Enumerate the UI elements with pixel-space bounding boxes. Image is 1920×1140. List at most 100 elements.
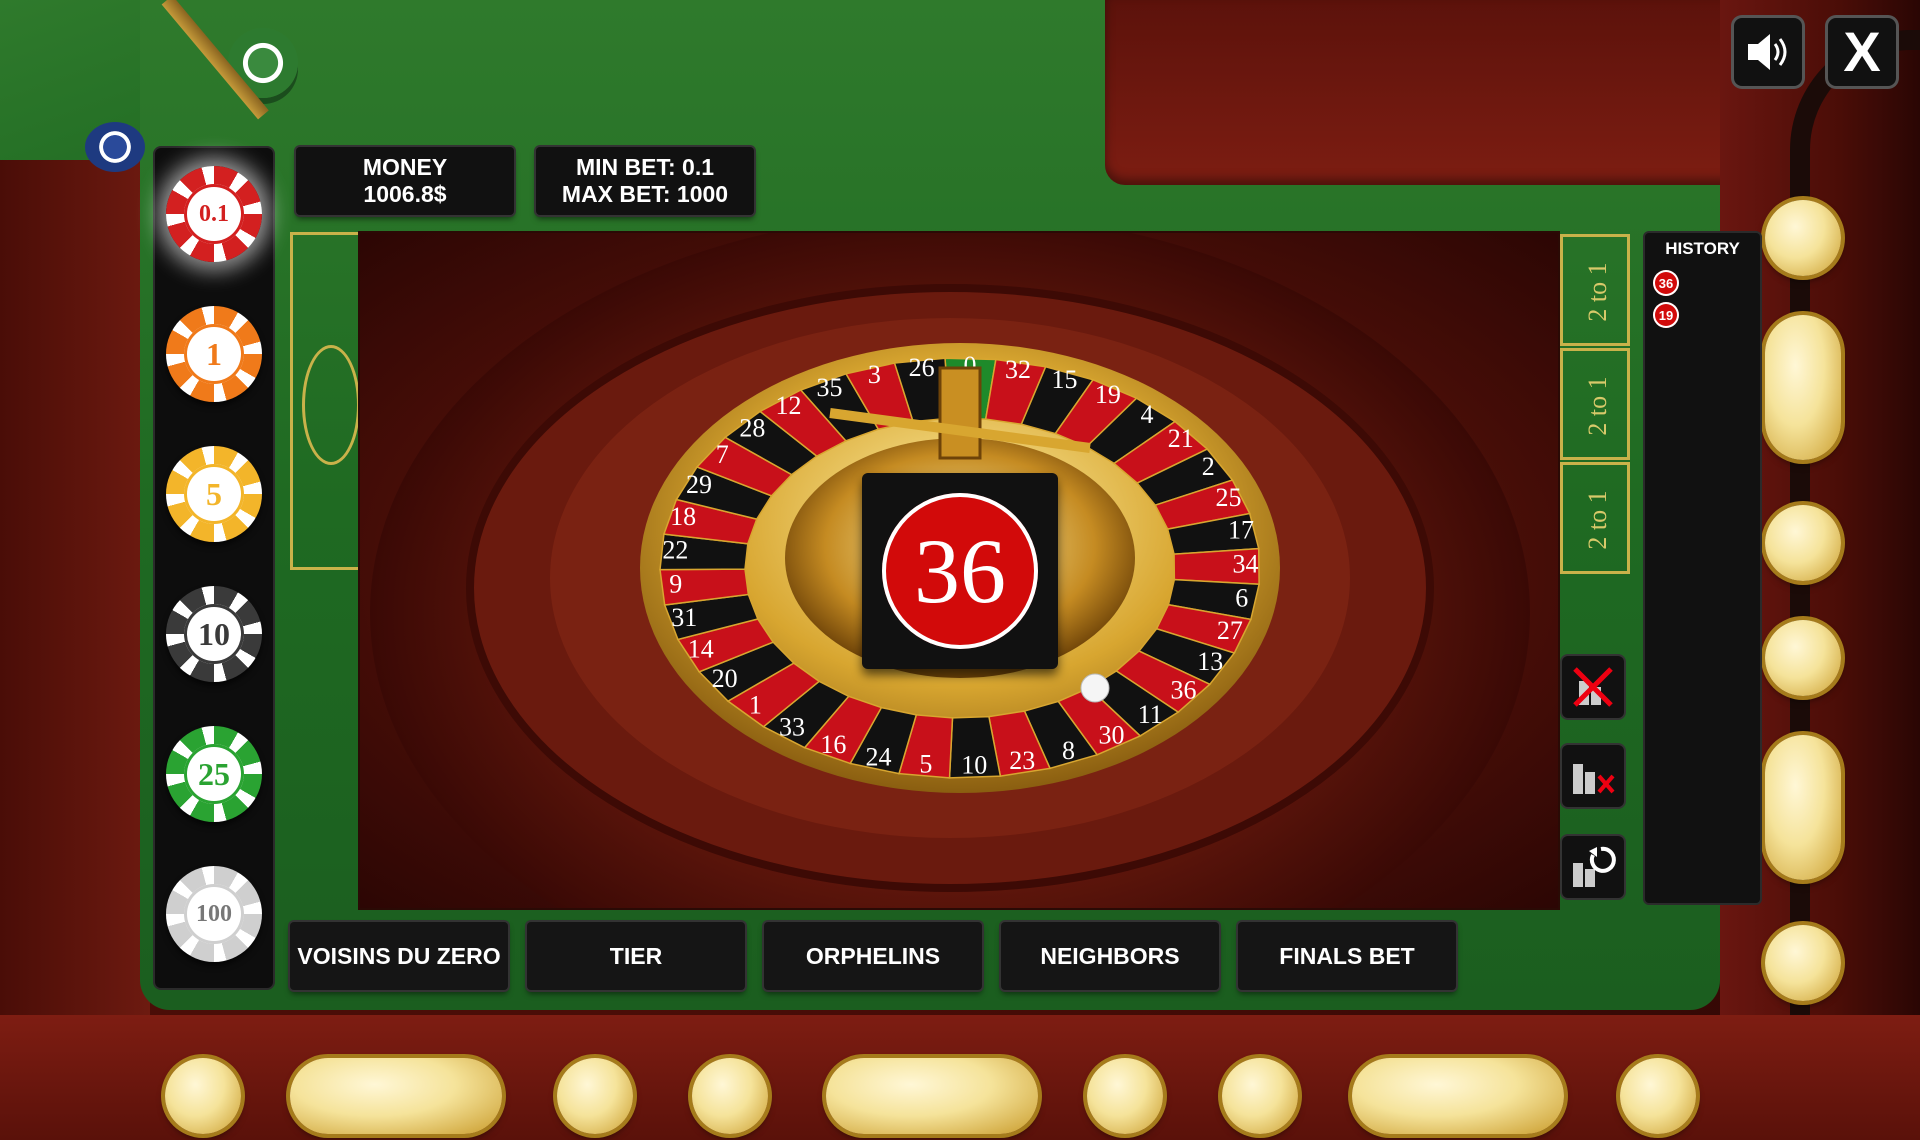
column-bet-label: 2 to 1	[1583, 262, 1612, 322]
column-bet-label: 2 to 1	[1583, 490, 1612, 550]
money-label: MONEY	[362, 154, 448, 180]
bet-spot[interactable]	[1765, 505, 1841, 581]
min-bet: MIN BET: 0.1	[575, 154, 715, 180]
column-bet-1[interactable]: 2 to 1	[1560, 234, 1630, 346]
wheel-pocket-number: 34	[1232, 549, 1258, 578]
wheel-pocket-number: 21	[1168, 424, 1194, 453]
chip-10[interactable]: 10	[166, 586, 262, 682]
result-display: 36	[862, 473, 1058, 669]
wheel-pocket-number: 32	[1005, 355, 1031, 384]
rebet-button[interactable]	[1562, 836, 1624, 898]
wheel-pocket-number: 24	[865, 743, 891, 772]
wheel-pocket-number: 27	[1217, 616, 1243, 645]
wheel-turret	[938, 366, 982, 460]
orphelins-button[interactable]: ORPHELINS	[764, 922, 982, 990]
wheel-pocket-number: 7	[716, 440, 729, 469]
bet-spot[interactable]	[1087, 1058, 1163, 1134]
chip-stack-decoration	[85, 122, 145, 172]
bet-spot[interactable]	[1765, 735, 1841, 880]
wheel-pocket-number: 5	[919, 750, 932, 779]
chip-value: 1	[184, 324, 244, 384]
undo-bet-button[interactable]	[1562, 745, 1624, 807]
bet-spot[interactable]	[1765, 925, 1841, 1001]
chip-5[interactable]: 5	[166, 446, 262, 542]
wheel-pocket-number: 2	[1202, 452, 1215, 481]
bet-spot[interactable]	[1620, 1058, 1696, 1134]
bet-spot[interactable]	[1765, 620, 1841, 696]
bet-spot[interactable]	[1352, 1058, 1564, 1134]
wheel-pocket-number: 36	[1170, 675, 1196, 704]
bet-spot[interactable]	[557, 1058, 633, 1134]
close-icon: X	[1843, 20, 1881, 83]
wheel-pocket-number: 6	[1235, 583, 1248, 612]
wheel-pocket-number: 14	[688, 635, 714, 664]
history-panel: HISTORY 36 19	[1645, 233, 1760, 903]
bet-spot[interactable]	[692, 1058, 768, 1134]
wheel-pocket-number: 29	[686, 470, 712, 499]
wheel-pocket-number: 8	[1062, 736, 1075, 765]
wheel-pocket-number: 12	[776, 391, 802, 420]
wheel-pocket-number: 20	[712, 664, 738, 693]
wheel-pocket-number: 30	[1099, 720, 1125, 749]
bet-spot[interactable]	[1765, 200, 1841, 276]
rebet-icon	[1573, 846, 1616, 887]
wheel-pocket-number: 33	[779, 713, 805, 742]
chip-value: 5	[184, 464, 244, 524]
wheel-pocket-number: 28	[739, 414, 765, 443]
wheel-pocket-number: 4	[1141, 400, 1154, 429]
bet-spot[interactable]	[1222, 1058, 1298, 1134]
money-value: 1006.8$	[363, 181, 447, 207]
bet-spot[interactable]	[1765, 315, 1841, 460]
money-panel: MONEY 1006.8$	[296, 147, 514, 215]
wheel-pocket-number: 16	[820, 730, 846, 759]
wheel-pocket-number: 22	[662, 536, 688, 565]
result-number: 36	[914, 520, 1006, 622]
chip-25[interactable]: 25	[166, 726, 262, 822]
bet-spot[interactable]	[165, 1058, 241, 1134]
wheel-pocket-number: 13	[1197, 647, 1223, 676]
chip-selector	[155, 148, 273, 988]
chip-100[interactable]: 100	[166, 866, 262, 962]
wheel-pocket-number: 11	[1138, 700, 1163, 729]
voisins-du-zero-button[interactable]: VOISINS DU ZERO	[290, 922, 508, 990]
wheel-pocket-number: 19	[1095, 380, 1121, 409]
wheel-pocket-number: 31	[671, 603, 697, 632]
roulette-ball	[1080, 673, 1110, 703]
zero-bet-oval	[302, 345, 360, 465]
bet-spot[interactable]	[290, 1058, 502, 1134]
wheel-pocket-number: 26	[909, 353, 935, 382]
history-item: 19	[1653, 302, 1679, 328]
chip-value: 0.1	[184, 184, 244, 244]
tier-button[interactable]: TIER	[527, 922, 745, 990]
sound-button[interactable]	[1734, 18, 1802, 86]
column-bet-2[interactable]: 2 to 1	[1560, 348, 1630, 460]
clear-bets-icon	[1573, 667, 1613, 707]
chip-value: 25	[184, 744, 244, 804]
neighbors-button[interactable]: NEIGHBORS	[1001, 922, 1219, 990]
roulette-wheel-view: 0 32 15 19 4 21 2 25 17 34 6 27 13 36 11 30 8 23 10 5 24 16 33…	[360, 233, 1558, 908]
finals-bet-button[interactable]: FINALS BET	[1238, 922, 1456, 990]
history-title: HISTORY	[1665, 239, 1740, 258]
close-button[interactable]: X	[1828, 18, 1896, 86]
chip-value: 10	[184, 604, 244, 664]
max-bet: MAX BET: 1000	[561, 181, 729, 207]
wheel-pocket-number: 1	[749, 690, 762, 719]
wheel-pocket-number: 25	[1215, 483, 1241, 512]
wheel-pocket-number: 23	[1009, 746, 1035, 775]
wheel-pocket-number: 3	[868, 360, 881, 389]
wheel-pocket-number: 10	[961, 751, 987, 780]
column-bet-label: 2 to 1	[1583, 376, 1612, 436]
bet-limits-panel: MIN BET: 0.1 MAX BET: 1000	[536, 147, 754, 215]
column-bet-3[interactable]: 2 to 1	[1560, 462, 1630, 574]
wheel-pocket-number: 35	[817, 373, 843, 402]
bet-spot[interactable]	[826, 1058, 1038, 1134]
undo-bet-icon	[1573, 764, 1615, 794]
result-ball: 36	[882, 493, 1038, 649]
wheel-pocket-number: 17	[1228, 516, 1254, 545]
chip-value: 100	[184, 884, 244, 944]
left-wood-rail	[0, 160, 150, 1020]
clear-bets-button[interactable]	[1562, 656, 1624, 718]
chip-1[interactable]: 1	[166, 306, 262, 402]
chip-0-1[interactable]: 0.1	[166, 166, 262, 262]
wheel-pocket-number: 18	[670, 502, 696, 531]
